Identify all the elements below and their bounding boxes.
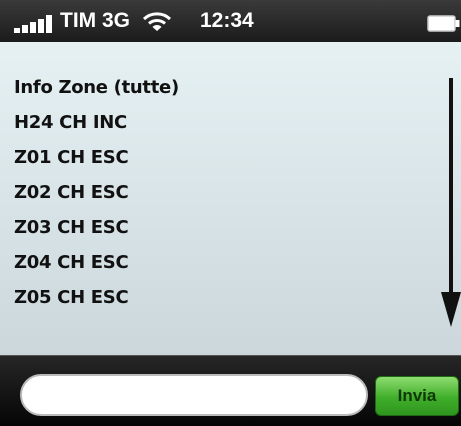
- input-bar: Invia: [0, 355, 461, 426]
- message-input[interactable]: [20, 374, 368, 416]
- list-item: Z01 CH ESC: [14, 147, 129, 168]
- wifi-icon: [142, 12, 172, 31]
- list-item: Z02 CH ESC: [14, 182, 129, 203]
- phone-screen: TIM 3G 12:34 Info Zone (tutte) H24 CH IN…: [0, 0, 461, 426]
- list-item: Z04 CH ESC: [14, 252, 129, 273]
- send-button[interactable]: Invia: [375, 376, 459, 416]
- message-area[interactable]: Info Zone (tutte) H24 CH INC Z01 CH ESC …: [0, 42, 461, 355]
- clock: 12:34: [200, 9, 254, 32]
- carrier-label: TIM 3G: [60, 9, 131, 32]
- status-bar: TIM 3G 12:34: [0, 0, 461, 42]
- arrow-down-icon[interactable]: [440, 78, 461, 328]
- signal-bars-icon: [14, 15, 52, 33]
- list-item: Z05 CH ESC: [14, 287, 129, 308]
- message-list: Info Zone (tutte) H24 CH INC Z01 CH ESC …: [14, 76, 179, 321]
- list-item: Info Zone (tutte): [14, 77, 179, 98]
- list-item: Z03 CH ESC: [14, 217, 129, 238]
- battery-icon: [427, 15, 460, 32]
- list-item: H24 CH INC: [14, 112, 127, 133]
